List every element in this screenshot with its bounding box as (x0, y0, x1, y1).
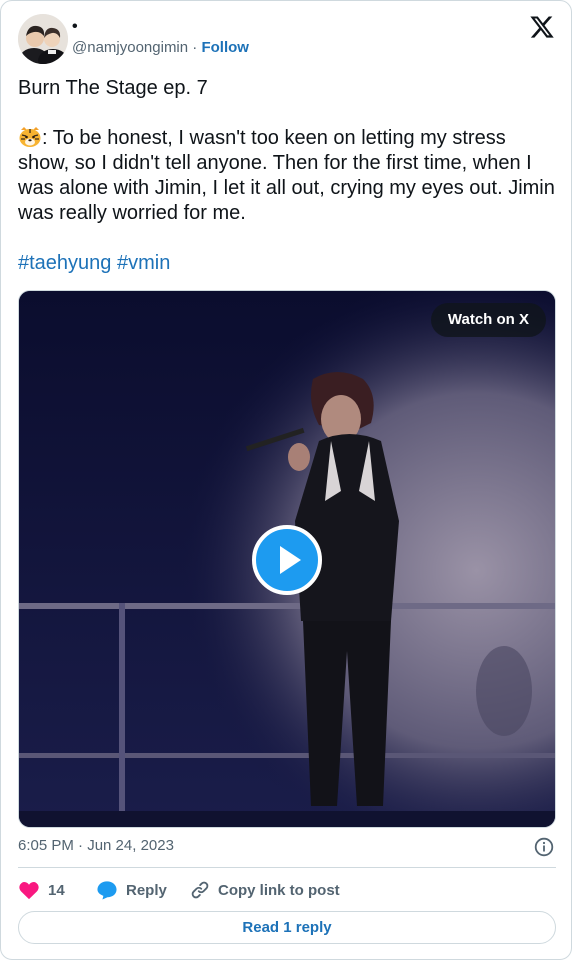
reply-label: Reply (126, 881, 167, 899)
heart-icon (19, 881, 39, 900)
copy-link-label: Copy link to post (218, 881, 340, 899)
hashtag-taehyung[interactable]: #taehyung (18, 252, 111, 274)
separator-dot: · (192, 39, 198, 56)
play-button[interactable] (252, 525, 322, 595)
handle-row: @namjyoongimin · Follow (72, 39, 249, 57)
link-icon (191, 881, 209, 899)
tiger-face-icon (19, 127, 41, 147)
divider (18, 867, 556, 868)
hashtag-row: #taehyung #vmin (18, 251, 558, 276)
read-replies-button[interactable]: Read 1 reply (18, 911, 556, 944)
embedded-post-card: • @namjyoongimin · Follow Burn The Stage… (0, 0, 572, 960)
like-button[interactable]: 14 (18, 879, 65, 901)
info-icon[interactable] (534, 837, 554, 857)
play-icon (280, 546, 301, 574)
post-text: Burn The Stage ep. 7 : To be honest, I w… (18, 76, 558, 276)
post-body: : To be honest, I wasn't too keen on let… (18, 126, 558, 226)
watch-on-x-button[interactable]: Watch on X (430, 303, 546, 337)
follow-button[interactable]: Follow (201, 39, 249, 56)
post-body-text: : To be honest, I wasn't too keen on let… (18, 127, 555, 224)
post-title-line: Burn The Stage ep. 7 (18, 77, 208, 99)
display-name[interactable]: • (72, 18, 78, 36)
x-logo-icon[interactable] (529, 14, 555, 40)
post-header: • @namjyoongimin · Follow (18, 14, 558, 64)
avatar[interactable] (18, 14, 68, 64)
post-actions: 14 Reply Copy link to post (18, 879, 556, 901)
copy-link-button[interactable]: Copy link to post (190, 879, 340, 901)
post-timestamp[interactable]: 6:05 PM · Jun 24, 2023 (18, 837, 174, 855)
hashtag-vmin[interactable]: #vmin (117, 252, 170, 274)
author-handle[interactable]: @namjyoongimin (72, 39, 188, 56)
video-player[interactable]: Watch on X (18, 290, 556, 828)
reply-bubble-icon (97, 881, 117, 900)
like-count: 14 (48, 881, 65, 899)
reply-button[interactable]: Reply (96, 879, 167, 901)
